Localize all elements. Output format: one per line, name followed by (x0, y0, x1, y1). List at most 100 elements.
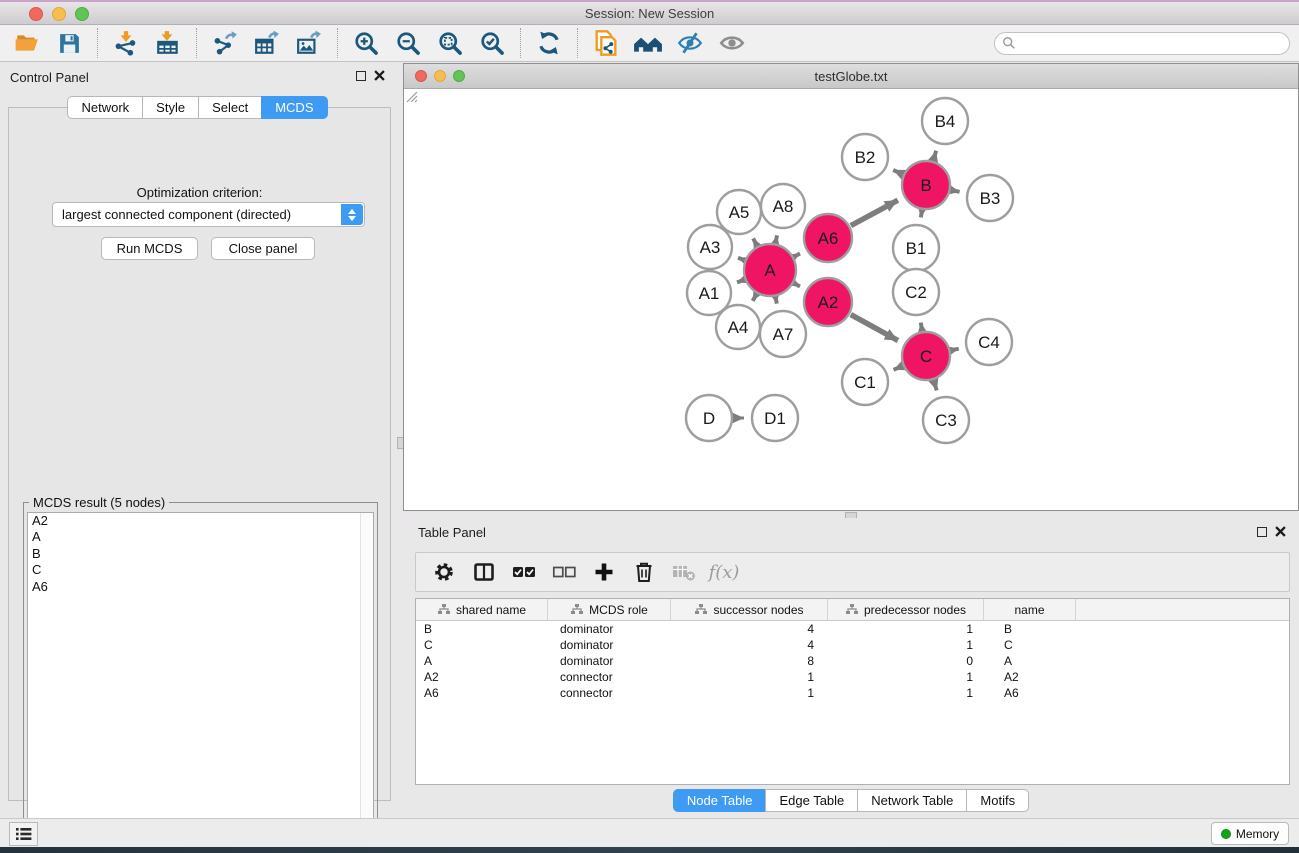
edge-B-B2[interactable] (893, 170, 902, 174)
mcds-result-item[interactable]: C (28, 562, 373, 578)
edge-A-A7[interactable] (776, 297, 777, 303)
edge-A-A8[interactable] (776, 235, 777, 242)
tab-select[interactable]: Select (198, 96, 261, 119)
export-image-button[interactable] (288, 27, 330, 59)
edge-A6-B[interactable] (851, 200, 898, 225)
table-row[interactable]: Cdominator41C (416, 637, 1289, 653)
import-table-button[interactable] (147, 27, 189, 59)
tab-network-table[interactable]: Network Table (857, 789, 966, 812)
network-window-titlebar[interactable]: testGlobe.txt (404, 64, 1298, 89)
run-mcds-button[interactable]: Run MCDS (101, 237, 198, 260)
list-scrollbar[interactable] (360, 513, 373, 838)
optimization-criterion-dropdown[interactable]: largest connected component (directed) (52, 202, 365, 227)
node-B2[interactable]: B2 (842, 134, 888, 180)
task-history-button[interactable] (9, 822, 38, 846)
mcds-result-item[interactable]: B (28, 546, 373, 562)
select-all-columns-button[interactable] (506, 556, 542, 588)
close-panel-icon[interactable] (374, 70, 385, 81)
zoom-in-button[interactable] (345, 27, 387, 59)
refresh-button[interactable] (528, 27, 570, 59)
table-row[interactable]: A6connector11A6 (416, 685, 1289, 701)
column-header-name[interactable]: name (984, 599, 1076, 620)
edge-C-C2[interactable] (921, 323, 922, 331)
column-header-MCDS-role[interactable]: MCDS role (548, 599, 671, 620)
save-session-button[interactable] (48, 27, 90, 59)
edge-A-A1[interactable] (737, 280, 744, 283)
create-column-button[interactable] (586, 556, 622, 588)
edge-A-A6[interactable] (795, 253, 800, 256)
node-C2[interactable]: C2 (893, 269, 939, 315)
export-table-button[interactable] (246, 27, 288, 59)
edge-B-B3[interactable] (951, 190, 959, 192)
table-row[interactable]: Adominator80A (416, 653, 1289, 669)
tab-mcds[interactable]: MCDS (261, 96, 327, 119)
edge-C-C4[interactable] (951, 349, 958, 351)
node-C[interactable]: C (902, 332, 950, 380)
hide-details-button[interactable] (669, 27, 711, 59)
edge-A-A5[interactable] (753, 238, 757, 245)
delete-column-button[interactable] (626, 556, 662, 588)
column-header-predecessor-nodes[interactable]: predecessor nodes (828, 599, 984, 620)
mcds-result-item[interactable]: A2 (28, 513, 373, 529)
node-A[interactable]: A (744, 244, 796, 296)
node-A3[interactable]: A3 (688, 225, 732, 269)
edge-A2-C[interactable] (851, 315, 898, 341)
close-panel-button[interactable]: Close panel (211, 237, 315, 260)
tab-network[interactable]: Network (67, 96, 142, 119)
tab-motifs[interactable]: Motifs (966, 789, 1029, 812)
edge-B-B4[interactable] (933, 151, 936, 160)
node-A6[interactable]: A6 (804, 214, 852, 262)
tab-style[interactable]: Style (142, 96, 198, 119)
node-C1[interactable]: C1 (842, 359, 888, 405)
node-A5[interactable]: A5 (717, 190, 761, 234)
export-network-button[interactable] (204, 27, 246, 59)
node-D[interactable]: D (686, 395, 732, 441)
node-B4[interactable]: B4 (922, 98, 968, 144)
column-header-shared-name[interactable]: shared name (416, 599, 548, 620)
delete-table-button[interactable] (666, 556, 702, 588)
tab-node-table[interactable]: Node Table (673, 789, 766, 812)
edge-A-A4[interactable] (753, 294, 757, 300)
table-row[interactable]: A2connector11A2 (416, 669, 1289, 685)
edge-B-B1[interactable] (921, 211, 922, 218)
home-button[interactable] (627, 27, 669, 59)
node-A2[interactable]: A2 (804, 278, 852, 326)
node-D1[interactable]: D1 (752, 395, 798, 441)
edge-C-C3[interactable] (934, 381, 937, 391)
edge-C-C1[interactable] (894, 366, 903, 370)
float-panel-icon[interactable] (1257, 527, 1267, 537)
memory-button[interactable]: Memory (1211, 822, 1289, 845)
window-resize-grip[interactable] (404, 89, 418, 103)
node-B[interactable]: B (902, 161, 950, 209)
new-network-from-selection-button[interactable] (585, 27, 627, 59)
mcds-result-item[interactable]: A6 (28, 579, 373, 595)
node-A7[interactable]: A7 (760, 311, 806, 357)
tab-edge-table[interactable]: Edge Table (765, 789, 857, 812)
zoom-selected-button[interactable] (471, 27, 513, 59)
deselect-all-columns-button[interactable] (546, 556, 582, 588)
edge-A-A2[interactable] (795, 284, 800, 287)
node-C3[interactable]: C3 (923, 397, 969, 443)
close-panel-icon[interactable] (1275, 526, 1286, 537)
node-B3[interactable]: B3 (967, 175, 1013, 221)
zoom-fit-button[interactable] (429, 27, 471, 59)
table-settings-button[interactable] (426, 556, 462, 588)
import-network-button[interactable] (105, 27, 147, 59)
open-session-button[interactable] (6, 27, 48, 59)
node-C4[interactable]: C4 (966, 319, 1012, 365)
show-details-button[interactable] (711, 27, 753, 59)
network-canvas[interactable]: B4B2BB3B1A6A8A5A3AA1A4A7A2C2C4CC1C3DD1 (404, 89, 1298, 510)
edge-A-A3[interactable] (738, 258, 744, 260)
function-builder-button[interactable]: f(x) (706, 556, 742, 588)
table-row[interactable]: Bdominator41B (416, 621, 1289, 637)
split-view-button[interactable] (466, 556, 502, 588)
node-A8[interactable]: A8 (761, 184, 805, 228)
search-input[interactable] (994, 32, 1290, 55)
zoom-out-button[interactable] (387, 27, 429, 59)
node-B1[interactable]: B1 (893, 225, 939, 271)
column-header-successor-nodes[interactable]: successor nodes (671, 599, 828, 620)
table-cell: 1 (671, 669, 828, 685)
mcds-result-item[interactable]: A (28, 529, 373, 545)
node-A4[interactable]: A4 (716, 305, 760, 349)
float-panel-icon[interactable] (356, 71, 366, 81)
